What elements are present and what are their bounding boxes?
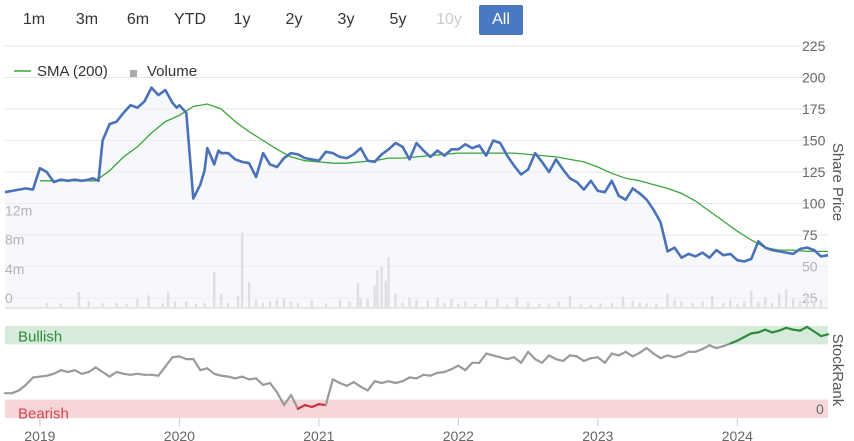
stockrank-segment xyxy=(157,365,167,377)
stockrank-segment xyxy=(429,371,439,377)
stockrank-segment xyxy=(624,350,634,358)
stockrank-segment xyxy=(547,354,558,361)
x-tick-label: 2023 xyxy=(582,428,613,441)
stockrank-segment xyxy=(582,357,593,363)
stockrank-segment xyxy=(366,380,376,392)
stockrank-segment xyxy=(631,351,641,358)
stockrank-segment xyxy=(540,354,551,364)
y-tick-label: 100 xyxy=(802,196,826,212)
zone-label-bearish: Bearish xyxy=(18,406,69,423)
stockrank-segment xyxy=(73,369,83,375)
stockrank-segment xyxy=(617,350,627,357)
stockrank-segment xyxy=(268,381,279,394)
stockrank-segment xyxy=(401,376,411,383)
stockrank-segment xyxy=(24,376,35,386)
stockrank-segment xyxy=(533,358,544,364)
stockrank-segment xyxy=(206,367,216,375)
stockrank-segment xyxy=(178,355,188,361)
x-tick-label: 2024 xyxy=(722,428,753,441)
stockrank-segment xyxy=(108,370,118,378)
share-price-axis-title: Share Price xyxy=(829,143,846,221)
stockrank-segment xyxy=(561,354,572,363)
stockrank-segment xyxy=(596,356,606,364)
stockrank-segment xyxy=(352,381,362,388)
stockrank-segment xyxy=(331,378,341,385)
stockrank-segment xyxy=(10,389,20,395)
stockrank-segment xyxy=(17,383,27,392)
y-tick-label: 200 xyxy=(802,70,826,86)
stockrank-segment xyxy=(255,377,265,386)
stockrank-segment xyxy=(359,385,369,392)
stockrank-segment xyxy=(512,356,523,364)
y-tick-label: 125 xyxy=(802,164,826,180)
legend: SMA (200) Volume xyxy=(14,63,197,80)
stockrank-segment xyxy=(708,344,718,350)
y-tick-label: 175 xyxy=(802,101,826,117)
stockrank-segment xyxy=(443,368,453,374)
x-axis: 2019 2020 2021 2022 2023 2024 xyxy=(24,418,753,441)
stockrank-segment xyxy=(464,361,474,372)
legend-label-volume: Volume xyxy=(147,63,197,80)
x-tick-label: 2022 xyxy=(443,428,474,441)
stockrank-segment xyxy=(652,352,662,360)
stockrank-segment xyxy=(519,350,530,364)
y-tick-label: 150 xyxy=(802,133,826,149)
stockrank-segment xyxy=(345,381,355,387)
stockrank-axis-title: StockRank xyxy=(829,334,846,407)
x-tick-label: 2020 xyxy=(164,428,195,441)
stockrank-segment xyxy=(659,354,669,360)
stockrank-segment xyxy=(694,347,704,353)
stockrank-segment xyxy=(164,356,174,368)
y-tick-label: 75 xyxy=(802,227,818,243)
zone-label-bullish: Bullish xyxy=(18,328,62,345)
stockrank-segment xyxy=(338,381,348,387)
stockrank-segment xyxy=(575,355,586,363)
volume-legend-swatch xyxy=(130,70,137,77)
stockrank-segment xyxy=(415,373,425,380)
stockrank-segment xyxy=(603,352,613,364)
stockrank-segment xyxy=(450,364,460,371)
zone-bearish xyxy=(5,399,828,418)
zone-bullish xyxy=(5,326,828,345)
stockrank-segment xyxy=(680,350,690,357)
stockrank-segment xyxy=(478,352,488,364)
stockrank-segment xyxy=(101,370,111,378)
stockrank-segment xyxy=(645,347,655,355)
stockrank-segment xyxy=(241,375,251,381)
x-tick-label: 2019 xyxy=(24,428,55,441)
legend-label-sma: SMA (200) xyxy=(37,63,108,80)
x-tick-label: 2021 xyxy=(303,428,334,441)
stockrank-segment xyxy=(638,347,648,354)
stockrank-segment xyxy=(52,369,62,375)
stockrank-segment xyxy=(701,344,711,351)
stockrank-segment xyxy=(87,366,97,374)
stockrank-segment xyxy=(192,358,202,372)
y-tick-label: 225 xyxy=(802,38,826,54)
stockrank-segment xyxy=(94,366,104,374)
stock-chart: 22520017515012510075502512m8m4m0SMA (200… xyxy=(3,38,846,441)
stockrank-segment xyxy=(457,364,467,372)
stockrank-segment xyxy=(526,350,537,361)
stockrank-tick-label: 0 xyxy=(816,401,824,417)
